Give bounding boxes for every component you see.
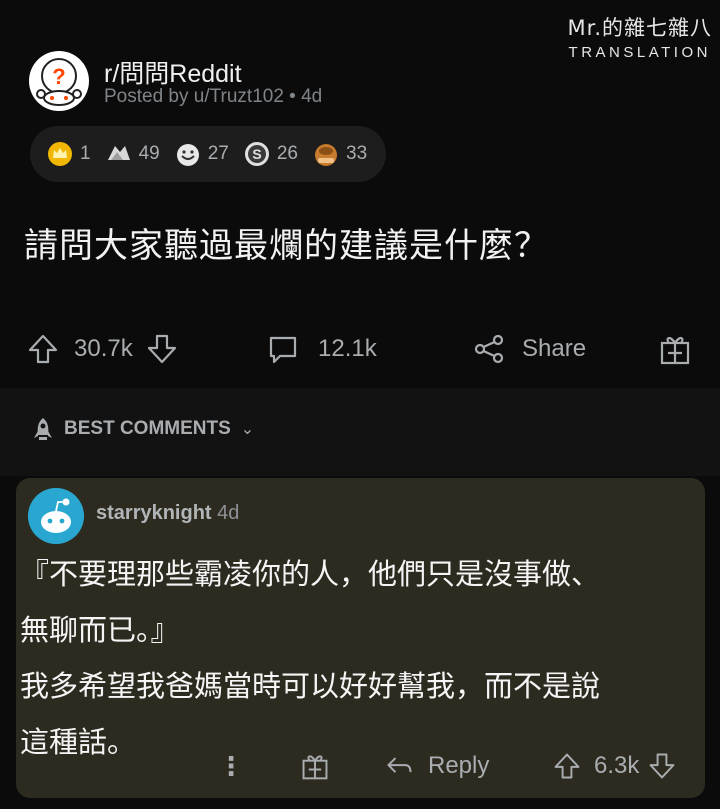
downvote-arrow-icon[interactable]: [647, 751, 677, 781]
subreddit-avatar[interactable]: ?: [28, 50, 90, 112]
comment-count: 12.1k: [318, 335, 377, 362]
more-options-icon[interactable]: ⋮: [218, 751, 244, 782]
comment-line: 我多希望我爸媽當時可以好好幫我，而不是說: [20, 669, 601, 703]
reply-button[interactable]: Reply: [384, 751, 489, 781]
watermark: Mr.的雜七雜八 TRANSLATION: [568, 12, 713, 61]
comments-button[interactable]: 12.1k: [266, 332, 377, 366]
helpful-hands-award-icon: [107, 146, 130, 160]
wholesome-face-award-icon: [176, 144, 199, 166]
share-icon: [474, 334, 504, 364]
chevron-down-icon: ⌄: [240, 421, 255, 438]
post-title: 請問大家聽過最爛的建議是什麼？: [24, 226, 549, 266]
award-silver[interactable]: S 26: [243, 140, 298, 168]
award-count: 26: [276, 143, 298, 164]
award-gold[interactable]: 1: [46, 140, 91, 168]
comment-score: 6.3k: [594, 752, 640, 779]
svg-text:?: ?: [52, 64, 65, 89]
sort-label: BEST COMMENTS: [64, 418, 231, 439]
comment-vote-group: 6.3k: [552, 751, 677, 781]
share-label: Share: [522, 335, 587, 362]
comment-username[interactable]: starryknight: [96, 502, 212, 524]
award-button[interactable]: [658, 332, 692, 366]
gold-crown-award-icon: [48, 142, 72, 166]
watermark-subtitle: TRANSLATION: [568, 44, 711, 61]
sort-dropdown[interactable]: BEST COMMENTS ⌄: [30, 416, 254, 442]
award-count: 27: [207, 143, 229, 164]
award-helpful[interactable]: 49: [105, 140, 160, 168]
gift-icon: [302, 755, 328, 780]
comment-line: 『不要理那些霸凌你的人，他們只是沒事做、: [20, 557, 601, 591]
award-wholesome[interactable]: 27: [174, 140, 229, 168]
comment-age: 4d: [217, 502, 240, 524]
awards-bar[interactable]: 1 49 27 S 26 33: [30, 126, 386, 182]
svg-text:S: S: [252, 146, 261, 162]
comment-author-line: starryknight 4d: [96, 502, 239, 525]
vote-group: 30.7k: [26, 332, 179, 366]
subreddit-name[interactable]: r/問問Reddit: [104, 54, 242, 90]
award-count: 1: [80, 143, 91, 164]
snoo-avatar-icon: [28, 488, 84, 544]
gift-icon: [660, 337, 690, 365]
watermark-title: Mr.的雜七雜八: [567, 16, 712, 40]
reply-arrow-icon: [387, 757, 412, 773]
commenter-avatar[interactable]: [28, 488, 84, 544]
downvote-arrow-icon[interactable]: [145, 332, 179, 366]
comment-bubble-icon: [269, 336, 297, 364]
comment-body: 『不要理那些霸凌你的人，他們只是沒事做、 無聊而已。』 我多希望我爸媽當時可以好…: [20, 546, 700, 770]
award-count: 33: [346, 143, 368, 164]
post-meta: Posted by u/Truzt102 • 4d: [104, 86, 323, 107]
comment-actions: ⋮ Reply 6.3k: [0, 745, 720, 789]
upvote-arrow-icon[interactable]: [552, 751, 582, 781]
facepalm-award-icon: [315, 144, 337, 166]
rocket-icon: [34, 418, 52, 440]
upvote-count: 30.7k: [74, 335, 133, 362]
upvote-arrow-icon[interactable]: [26, 332, 60, 366]
comment-line: 無聊而已。』: [20, 613, 180, 647]
award-facepalm[interactable]: 33: [312, 140, 367, 168]
award-count: 49: [138, 143, 160, 164]
post-actions: 30.7k 12.1k Share: [0, 320, 720, 380]
share-button[interactable]: Share: [472, 332, 586, 366]
question-snoo-icon: ?: [29, 51, 89, 111]
silver-award-icon: S: [244, 142, 269, 166]
comment-award-button[interactable]: [300, 751, 330, 781]
reply-label: Reply: [428, 752, 490, 779]
